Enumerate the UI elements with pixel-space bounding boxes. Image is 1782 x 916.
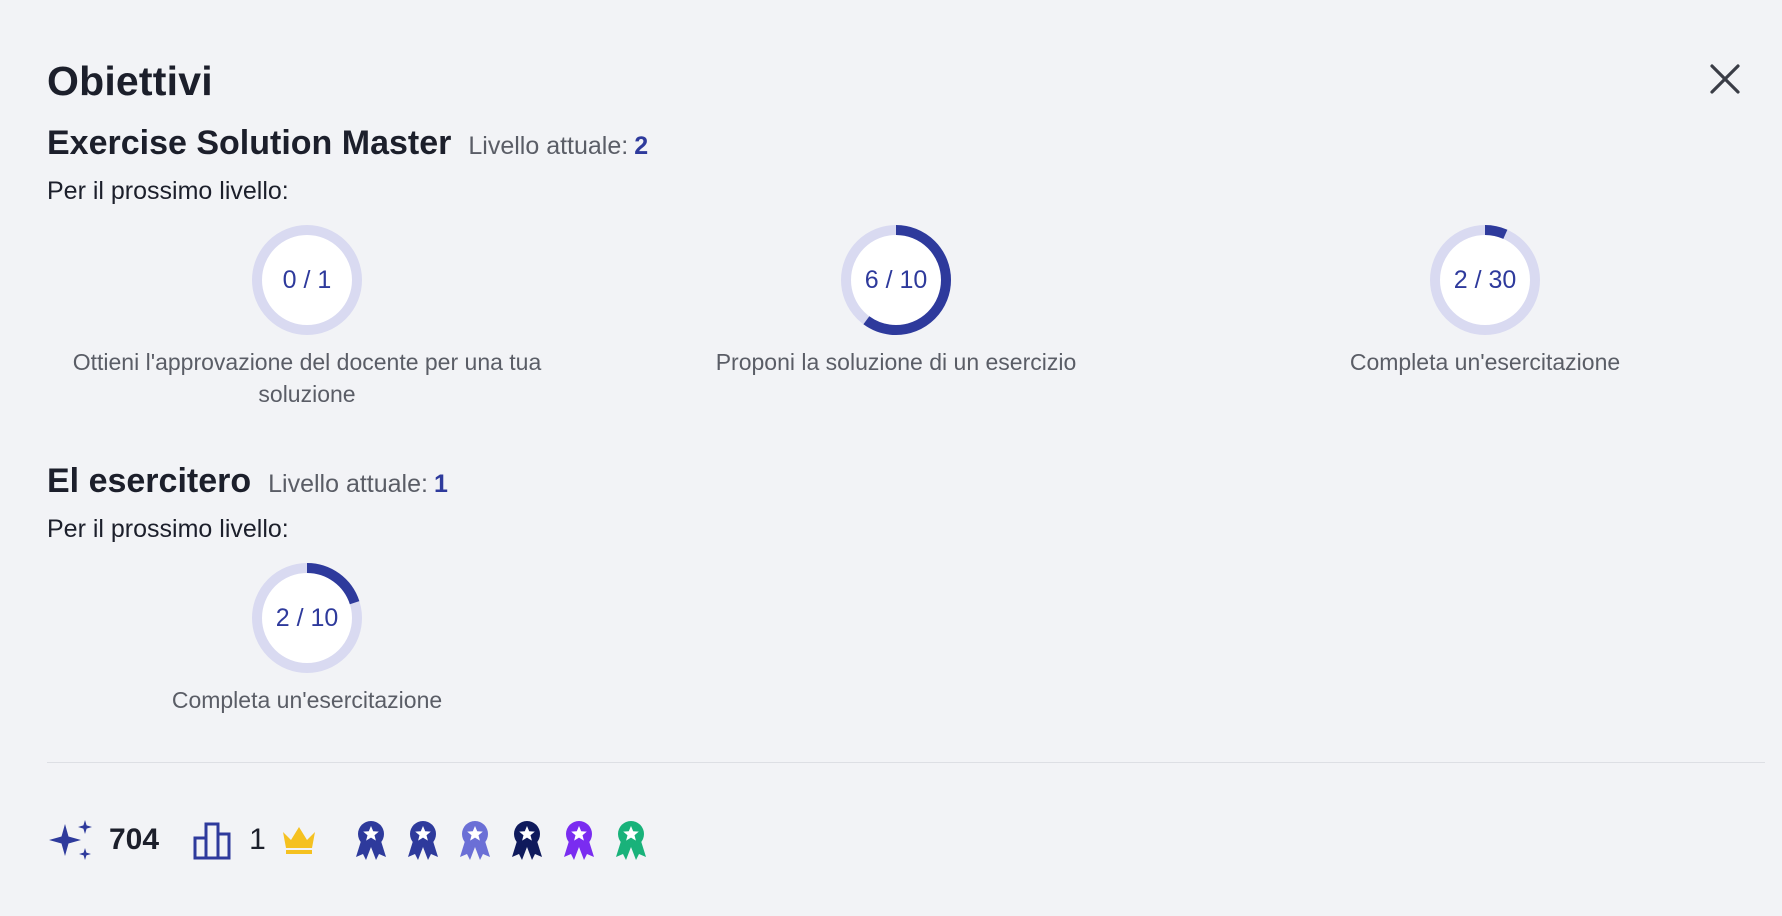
ribbon-badge-icon bbox=[615, 821, 646, 860]
section-title: Exercise Solution Master bbox=[47, 124, 452, 162]
goal-description: Completa un'esercitazione bbox=[171, 687, 443, 713]
stats-footer: 704 1 bbox=[47, 818, 650, 862]
goal-description: Completa un'esercitazione bbox=[1349, 349, 1621, 375]
close-button[interactable] bbox=[1706, 60, 1744, 98]
progress-ring: 0 / 1 bbox=[251, 224, 363, 336]
goal-description: Proponi la soluzione di un esercizio bbox=[715, 349, 1077, 375]
points-value: 704 bbox=[109, 823, 160, 856]
objective-section: Exercise Solution Master Livello attuale… bbox=[47, 124, 1747, 424]
ribbon-badge-icon bbox=[355, 821, 386, 860]
ribbon-badge-icon bbox=[563, 821, 594, 860]
sparkles-icon bbox=[49, 820, 92, 860]
ribbon-badge-icon bbox=[511, 821, 542, 860]
progress-ring: 6 / 10 bbox=[840, 224, 952, 336]
podium-icon bbox=[193, 822, 231, 860]
badge-list bbox=[352, 819, 650, 861]
objectives-dialog: Obiettivi Exercise Solution Master Livel… bbox=[0, 0, 1782, 916]
dialog-title: Obiettivi bbox=[47, 58, 213, 104]
progress-text: 6 / 10 bbox=[864, 265, 928, 294]
progress-text: 0 / 1 bbox=[282, 265, 332, 294]
goal-description: Ottieni l'approvazione del docente per u… bbox=[72, 349, 542, 407]
next-level-label: Per il prossimo livello: bbox=[47, 515, 289, 543]
level-value: 1 bbox=[433, 470, 448, 498]
footer-divider bbox=[47, 762, 1765, 763]
goal-item: 6 / 10 Proponi la soluzione di un eserci… bbox=[636, 224, 1156, 378]
goal-item: 0 / 1 Ottieni l'approvazione del docente… bbox=[47, 224, 567, 410]
ribbon-badge-icon bbox=[407, 821, 438, 860]
next-level-label: Per il prossimo livello: bbox=[47, 177, 289, 205]
goal-item: 2 / 30 Completa un'esercitazione bbox=[1225, 224, 1745, 378]
level-value: 2 bbox=[634, 132, 649, 160]
progress-ring: 2 / 10 bbox=[251, 562, 363, 674]
goal-item: 2 / 10 Completa un'esercitazione bbox=[47, 562, 567, 716]
section-title: El esercitero bbox=[47, 462, 252, 500]
rank-value: 1 bbox=[249, 823, 266, 856]
ribbon-badge-icon bbox=[459, 821, 490, 860]
progress-ring: 2 / 30 bbox=[1429, 224, 1541, 336]
close-icon bbox=[1710, 64, 1740, 94]
progress-text: 2 / 30 bbox=[1453, 265, 1517, 294]
objective-section: El esercitero Livello attuale: 1 Per il … bbox=[47, 462, 1747, 762]
level-label: Livello attuale: bbox=[268, 470, 428, 498]
progress-text: 2 / 10 bbox=[275, 603, 339, 632]
level-label: Livello attuale: bbox=[468, 132, 629, 160]
crown-icon bbox=[282, 827, 315, 854]
